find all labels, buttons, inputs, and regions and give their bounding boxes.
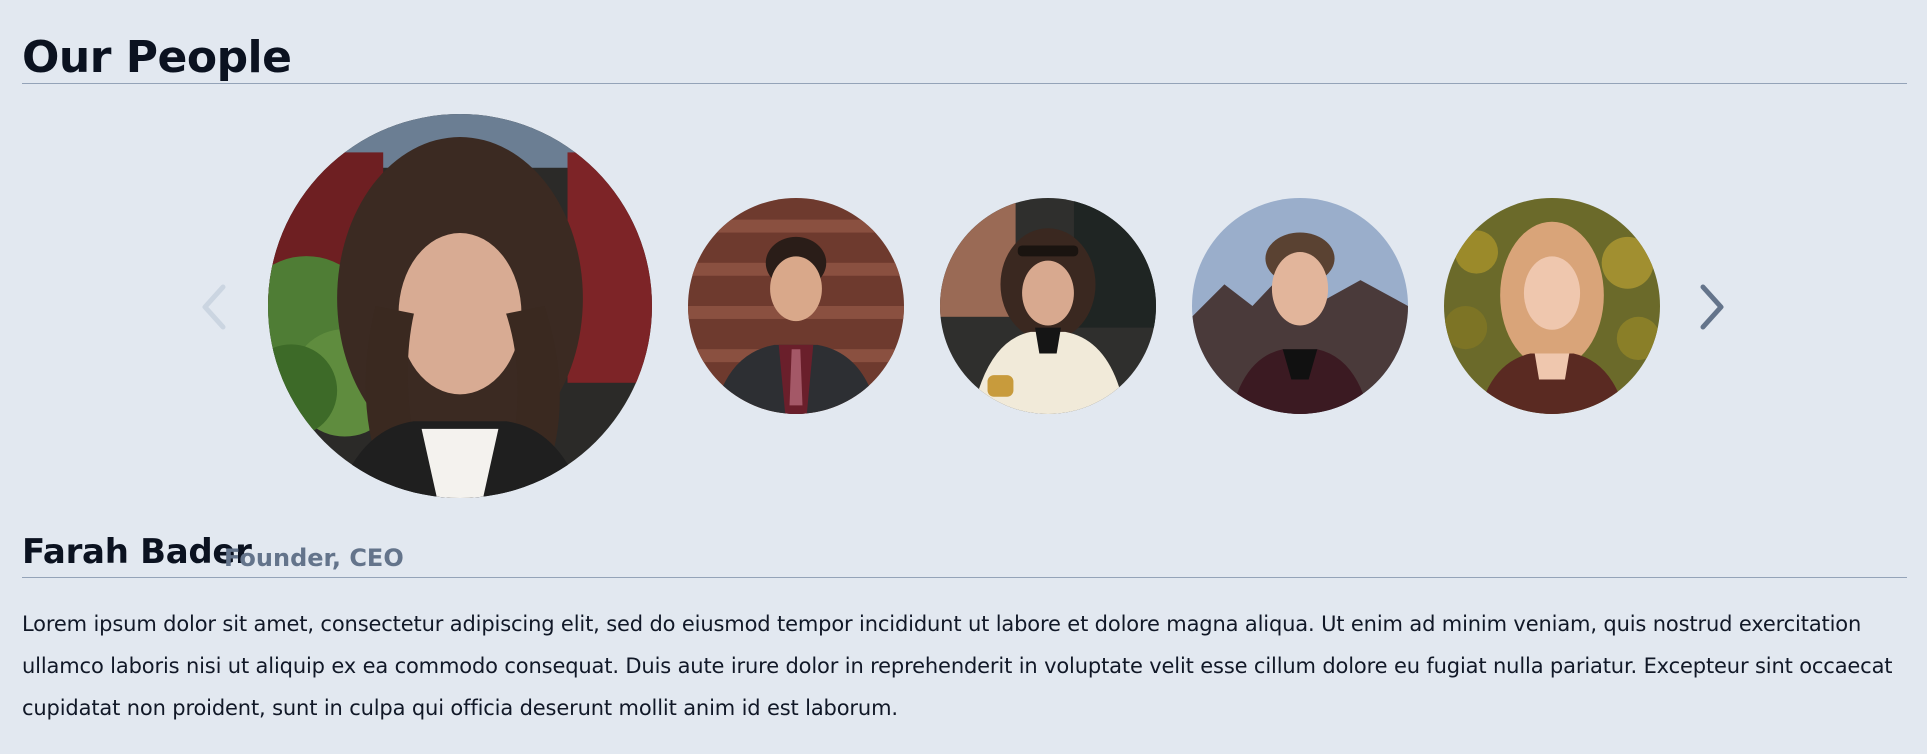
chevron-right-icon xyxy=(1700,284,1724,330)
carousel-next-button[interactable] xyxy=(1690,282,1734,332)
section-title: Our People xyxy=(22,32,292,83)
our-people-section: Our People Farah Bader Founder, CEO Lore… xyxy=(0,0,1927,754)
person-bio: Lorem ipsum dolor sit amet, consectetur … xyxy=(22,612,1893,720)
person-role: Founder, CEO xyxy=(224,544,404,572)
avatar-selected[interactable] xyxy=(268,114,652,498)
person-photo xyxy=(940,198,1156,414)
carousel-prev-button[interactable] xyxy=(192,282,236,332)
person-photo xyxy=(268,114,652,498)
person-name: Farah Bader xyxy=(22,532,252,572)
avatar-thumbnail[interactable] xyxy=(688,198,904,414)
avatar-thumbnail[interactable] xyxy=(1444,198,1660,414)
person-photo xyxy=(688,198,904,414)
avatar-thumbnail[interactable] xyxy=(1192,198,1408,414)
title-divider xyxy=(22,83,1907,84)
name-divider xyxy=(22,577,1907,578)
people-carousel xyxy=(0,110,1927,500)
chevron-left-icon xyxy=(202,284,226,330)
avatar-thumbnail[interactable] xyxy=(940,198,1156,414)
person-photo xyxy=(1444,198,1660,414)
person-photo xyxy=(1192,198,1408,414)
